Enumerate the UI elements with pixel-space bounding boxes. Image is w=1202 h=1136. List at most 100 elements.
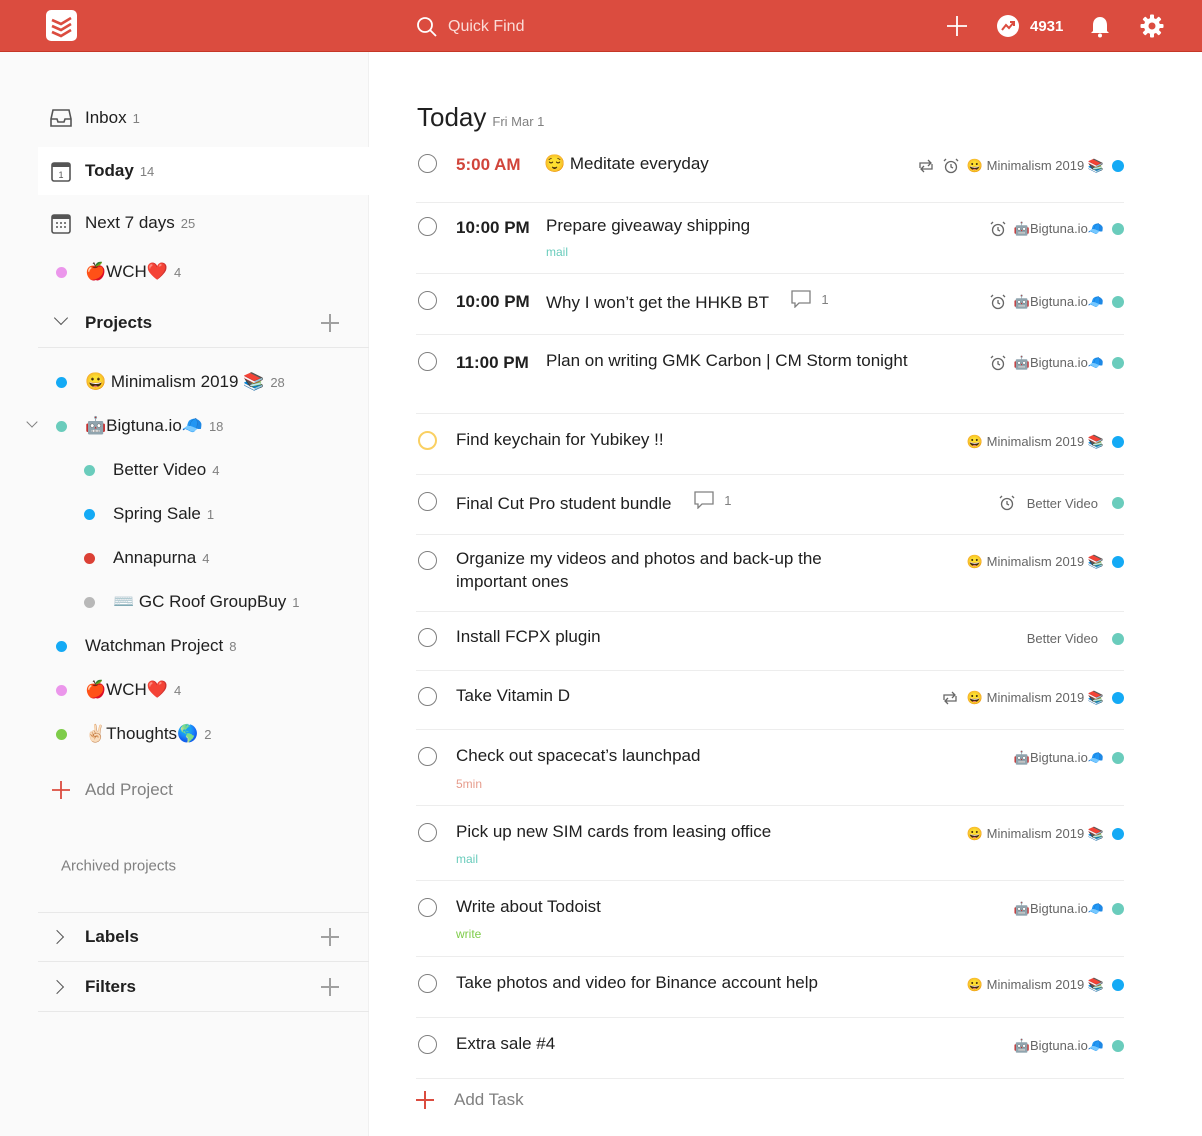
notifications-button[interactable]: [1088, 0, 1112, 52]
task-label-tag[interactable]: 5min: [456, 777, 482, 791]
project-label: Spring Sale: [113, 504, 201, 523]
task-project-name[interactable]: 🤖Bigtuna.io🧢: [1014, 355, 1104, 371]
add-project-button[interactable]: Add Project: [38, 766, 369, 814]
filters-section-header[interactable]: Filters: [38, 963, 369, 1011]
task-row[interactable]: Find keychain for Yubikey !! 😀 Minimalis…: [416, 414, 1124, 475]
projects-section-header[interactable]: Projects: [38, 299, 369, 347]
sidebar-item-next-7-days[interactable]: Next 7 days 25: [38, 199, 369, 247]
add-project-label: Add Project: [85, 780, 173, 799]
karma-button[interactable]: 4931: [996, 0, 1063, 52]
add-project-plus-icon[interactable]: [321, 314, 339, 332]
task-comments[interactable]: 1: [694, 491, 731, 509]
task-time: 10:00 PM: [456, 218, 530, 237]
main-content: Today Fri Mar 1 5:00 AM 😌 Meditate everyd…: [370, 52, 1202, 1136]
item-count: 14: [139, 164, 155, 179]
task-row[interactable]: Extra sale #4 🤖Bigtuna.io🧢: [416, 1018, 1124, 1079]
task-project-name[interactable]: 😀 Minimalism 2019 📚: [967, 554, 1104, 570]
task-project-name[interactable]: 😀 Minimalism 2019 📚: [967, 158, 1104, 174]
task-checkbox[interactable]: [418, 628, 437, 647]
sidebar-project-thoughts[interactable]: ✌🏻Thoughts🌎 2: [38, 710, 369, 758]
task-checkbox[interactable]: [418, 687, 437, 706]
task-checkbox[interactable]: [418, 551, 437, 570]
sidebar-project-bigtuna[interactable]: 🤖Bigtuna.io🧢 18: [26, 402, 369, 450]
task-row[interactable]: Write about Todoist write 🤖Bigtuna.io🧢: [416, 881, 1124, 957]
project-color-dot: [1112, 1040, 1124, 1052]
add-task-quick-button[interactable]: [946, 0, 968, 52]
task-checkbox[interactable]: [418, 291, 437, 310]
task-project-name[interactable]: 🤖Bigtuna.io🧢: [1014, 294, 1104, 310]
task-row[interactable]: Check out spacecat’s launchpad 5min 🤖Big…: [416, 730, 1124, 806]
task-row[interactable]: 10:00 PM Prepare giveaway shipping mail …: [416, 203, 1124, 274]
task-row[interactable]: 10:00 PM Why I won’t get the HHKB BT 1 🤖…: [416, 274, 1124, 335]
quick-find-search[interactable]: Quick Find: [416, 14, 524, 40]
add-task-button[interactable]: Add Task: [416, 1090, 524, 1110]
project-color-dot: [1112, 223, 1124, 235]
sidebar-project-minimalism[interactable]: 😀 Minimalism 2019 📚 28: [38, 358, 369, 406]
sidebar-project-spring-sale[interactable]: Spring Sale 1: [38, 490, 369, 538]
task-checkbox[interactable]: [418, 492, 437, 511]
task-checkbox[interactable]: [418, 1035, 437, 1054]
project-color-dot: [1112, 828, 1124, 840]
sidebar-project-watchman[interactable]: Watchman Project 8: [38, 622, 369, 670]
task-project-name[interactable]: 😀 Minimalism 2019 📚: [967, 977, 1104, 993]
task-project-name[interactable]: 😀 Minimalism 2019 📚: [967, 826, 1104, 842]
archived-projects-link[interactable]: Archived projects: [38, 842, 369, 890]
task-comments[interactable]: 1: [791, 290, 829, 308]
item-count: 1: [206, 507, 215, 522]
settings-button[interactable]: [1140, 0, 1164, 52]
task-checkbox[interactable]: [418, 352, 437, 371]
project-color-dot: [1112, 979, 1124, 991]
sidebar-item-today[interactable]: 1 Today 14: [38, 147, 369, 195]
task-row[interactable]: Take Vitamin D 😀 Minimalism 2019 📚: [416, 671, 1124, 730]
sidebar-project-annapurna[interactable]: Annapurna 4: [38, 534, 369, 582]
task-label-tag[interactable]: write: [456, 927, 481, 941]
task-project-name[interactable]: 🤖Bigtuna.io🧢: [1014, 1038, 1104, 1054]
task-row[interactable]: 11:00 PM Plan on writing GMK Carbon | CM…: [416, 335, 1124, 414]
task-label-tag[interactable]: mail: [456, 852, 478, 866]
sidebar-item-label: Inbox: [85, 108, 127, 127]
task-meta: 🤖Bigtuna.io🧢: [990, 355, 1124, 371]
task-meta: 😀 Minimalism 2019 📚: [967, 434, 1124, 450]
task-project-name[interactable]: 🤖Bigtuna.io🧢: [1014, 901, 1104, 917]
task-row[interactable]: Final Cut Pro student bundle 1 Better Vi…: [416, 475, 1124, 535]
divider: [38, 961, 369, 962]
comment-icon: [694, 491, 714, 509]
sidebar: Inbox 1 1 Today 14 Next 7 days 25 🍎WCH❤️ 4 P…: [0, 52, 369, 1136]
task-project-name[interactable]: 😀 Minimalism 2019 📚: [967, 434, 1104, 450]
sidebar-project-gc-roof[interactable]: ⌨️ GC Roof GroupBuy 1: [38, 578, 369, 626]
sidebar-project-wch[interactable]: 🍎WCH❤️ 4: [38, 666, 369, 714]
task-checkbox[interactable]: [418, 217, 437, 236]
task-row[interactable]: Take photos and video for Binance accoun…: [416, 957, 1124, 1018]
sidebar-item-inbox[interactable]: Inbox 1: [38, 94, 369, 142]
task-checkbox[interactable]: [418, 823, 437, 842]
task-meta: 😀 Minimalism 2019 📚: [917, 158, 1124, 174]
add-label-plus-icon[interactable]: [321, 928, 339, 946]
section-title: Labels: [85, 927, 139, 946]
task-meta: 🤖Bigtuna.io🧢: [1014, 1038, 1124, 1054]
task-project-name[interactable]: Better Video: [1027, 496, 1098, 511]
project-color-dot: [1112, 632, 1124, 645]
chevron-down-icon[interactable]: [26, 416, 38, 428]
sidebar-item-favorite-wch[interactable]: 🍎WCH❤️ 4: [38, 248, 369, 296]
task-checkbox[interactable]: [418, 974, 437, 993]
task-row[interactable]: Pick up new SIM cards from leasing offic…: [416, 806, 1124, 881]
task-row[interactable]: Install FCPX plugin Better Video: [416, 612, 1124, 671]
labels-section-header[interactable]: Labels: [38, 913, 369, 961]
add-filter-plus-icon[interactable]: [321, 978, 339, 996]
task-checkbox[interactable]: [418, 431, 437, 450]
task-project-name[interactable]: 😀 Minimalism 2019 📚: [967, 690, 1104, 706]
task-project-name[interactable]: 🤖Bigtuna.io🧢: [1014, 750, 1104, 766]
task-row[interactable]: Organize my videos and photos and back-u…: [416, 535, 1124, 612]
task-label-tag[interactable]: mail: [546, 245, 568, 259]
task-checkbox[interactable]: [418, 747, 437, 766]
task-project-name[interactable]: Better Video: [1027, 631, 1098, 646]
task-row[interactable]: 5:00 AM 😌 Meditate everyday 😀 Minimalism…: [416, 142, 1124, 203]
todoist-logo-icon[interactable]: [46, 10, 77, 41]
divider: [38, 347, 369, 348]
project-color-dot: [1112, 903, 1124, 915]
task-checkbox[interactable]: [418, 154, 437, 173]
task-checkbox[interactable]: [418, 898, 437, 917]
gear-icon: [1140, 14, 1164, 38]
task-project-name[interactable]: 🤖Bigtuna.io🧢: [1014, 221, 1104, 237]
sidebar-project-better-video[interactable]: Better Video 4: [38, 446, 369, 494]
